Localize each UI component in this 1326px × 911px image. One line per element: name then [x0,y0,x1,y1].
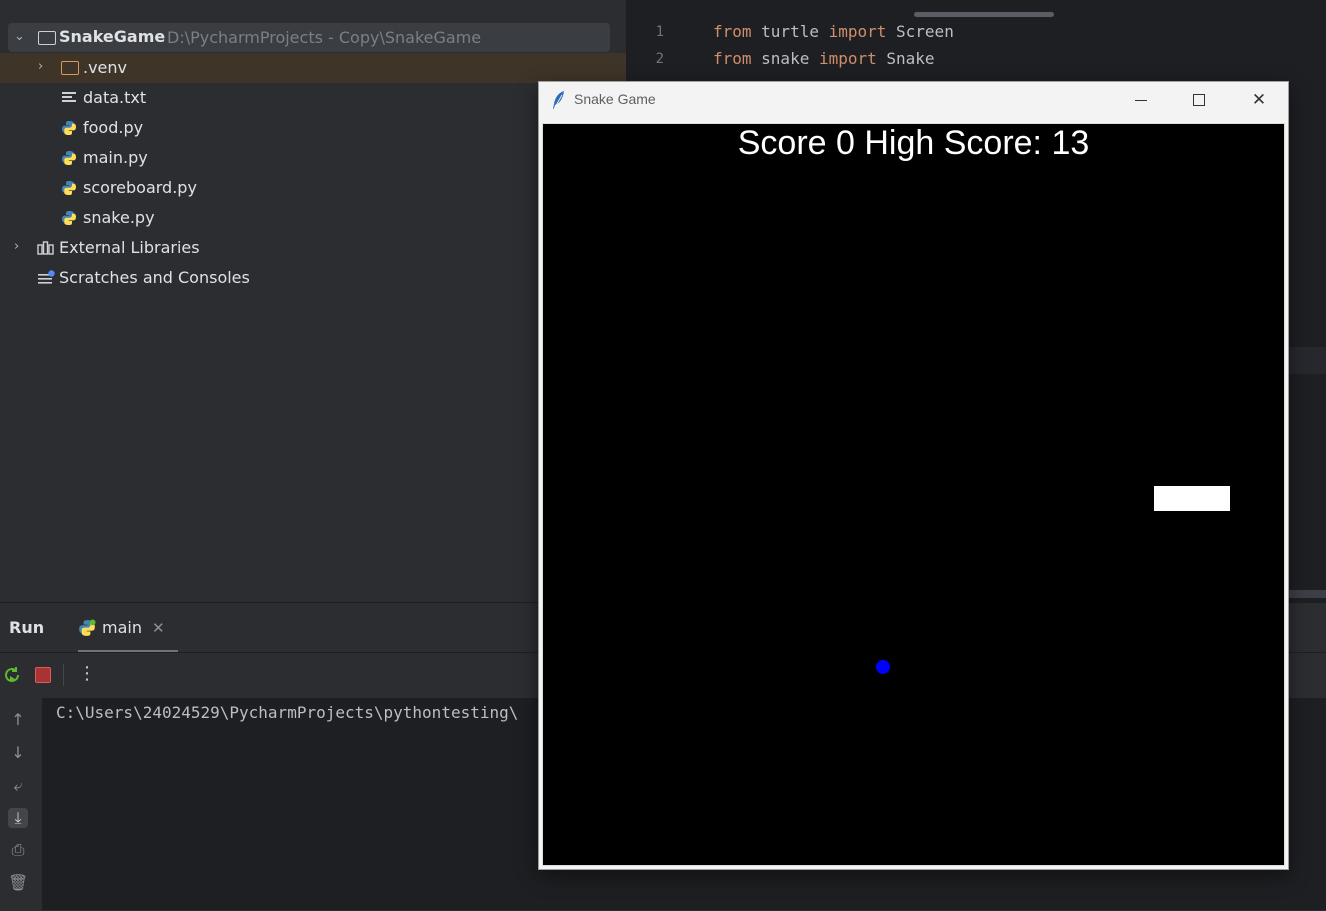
tree-item-venv[interactable]: › .venv [0,53,626,83]
tree-item-label: Scratches and Consoles [59,268,250,287]
maximize-icon [1193,94,1205,106]
feather-icon [553,91,564,110]
tree-item-label: snake.py [83,208,155,227]
minimize-icon [1135,99,1147,101]
editor-highlight-strip [1286,347,1326,374]
chevron-right-icon[interactable]: › [38,60,50,73]
keyword: import [828,22,887,41]
editor-vertical-scrollbar[interactable] [1286,590,1326,598]
text-file-icon [62,92,76,104]
python-icon [79,619,96,636]
tree-item-data-txt[interactable]: data.txt [0,83,626,113]
tree-item-label: main.py [83,148,148,167]
code-line-1[interactable]: from turtle import Screen [713,22,954,41]
python-file-icon [62,181,76,195]
tree-item-snake-py[interactable]: snake.py [0,203,626,233]
scroll-to-end-icon[interactable]: ⤓ [8,808,28,828]
editor-horizontal-scrollbar[interactable] [914,12,1054,17]
tree-item-label: scoreboard.py [83,178,197,197]
tree-item-label: food.py [83,118,144,137]
more-options-icon[interactable]: ⋮ [78,663,96,685]
line-number: 1 [655,24,664,40]
imported-name: Snake [876,49,935,68]
tab-main-label: main [102,618,142,637]
python-file-icon [62,151,76,165]
arrow-up-icon[interactable]: ↑ [8,710,28,730]
score-display: Score 0 High Score: 13 [737,124,1090,162]
rerun-icon[interactable] [2,665,22,685]
tree-item-scratches[interactable]: Scratches and Consoles [0,263,626,293]
project-panel: ⌄ SnakeGame D:\PycharmProjects - Copy\Sn… [0,0,626,602]
close-icon[interactable]: ✕ [152,619,165,637]
tree-item-main-py[interactable]: main.py [0,143,626,173]
root-folder-path: D:\PycharmProjects - Copy\SnakeGame [167,28,482,47]
close-button[interactable]: ✕ [1236,82,1282,118]
minimize-button[interactable] [1118,82,1164,118]
stop-icon[interactable] [35,667,51,683]
keyword: import [818,49,877,68]
python-file-icon [62,121,76,135]
game-canvas[interactable]: Score 0 High Score: 13 [542,123,1285,866]
trash-icon[interactable]: 🗑 [8,873,28,893]
tree-item-scoreboard-py[interactable]: scoreboard.py [0,173,626,203]
tree-item-external-libraries[interactable]: › External Libraries [0,233,626,263]
tree-item-label: External Libraries [59,238,200,257]
scratches-icon [38,270,55,284]
root-folder-name: SnakeGame [59,27,166,46]
food [876,660,890,674]
folder-icon [61,61,79,75]
arrow-down-icon[interactable]: ↓ [8,743,28,763]
toolbar-separator [63,664,64,686]
tree-item-label: data.txt [83,88,147,107]
imported-name: Screen [886,22,954,41]
tree-root-snakegame[interactable]: ⌄ SnakeGame D:\PycharmProjects - Copy\Sn… [8,23,610,52]
folder-icon [38,31,56,45]
tab-main[interactable]: main ✕ [78,616,178,644]
library-icon [37,241,54,255]
print-icon[interactable]: ⎙ [8,840,28,860]
window-title: Snake Game [574,91,656,107]
soft-wrap-icon[interactable]: ⤶ [8,776,28,796]
maximize-button[interactable] [1176,82,1222,118]
line-number: 2 [655,51,664,67]
close-icon: ✕ [1251,90,1267,110]
snake-segment [1154,486,1230,511]
keyword: from [713,22,752,41]
chevron-down-icon[interactable]: ⌄ [14,30,26,43]
snake-game-window[interactable]: Snake Game ✕ Score 0 High Score: 13 [538,81,1289,870]
run-title: Run [9,618,45,637]
keyword: from [713,49,752,68]
console-line: C:\Users\24024529\PycharmProjects\python… [56,703,519,722]
module-name: snake [751,49,819,68]
tree-item-label: .venv [83,58,128,77]
module-name: turtle [751,22,829,41]
python-file-icon [62,211,76,225]
tree-item-food-py[interactable]: food.py [0,113,626,143]
chevron-right-icon[interactable]: › [14,240,26,253]
code-line-2[interactable]: from snake import Snake [713,49,935,68]
